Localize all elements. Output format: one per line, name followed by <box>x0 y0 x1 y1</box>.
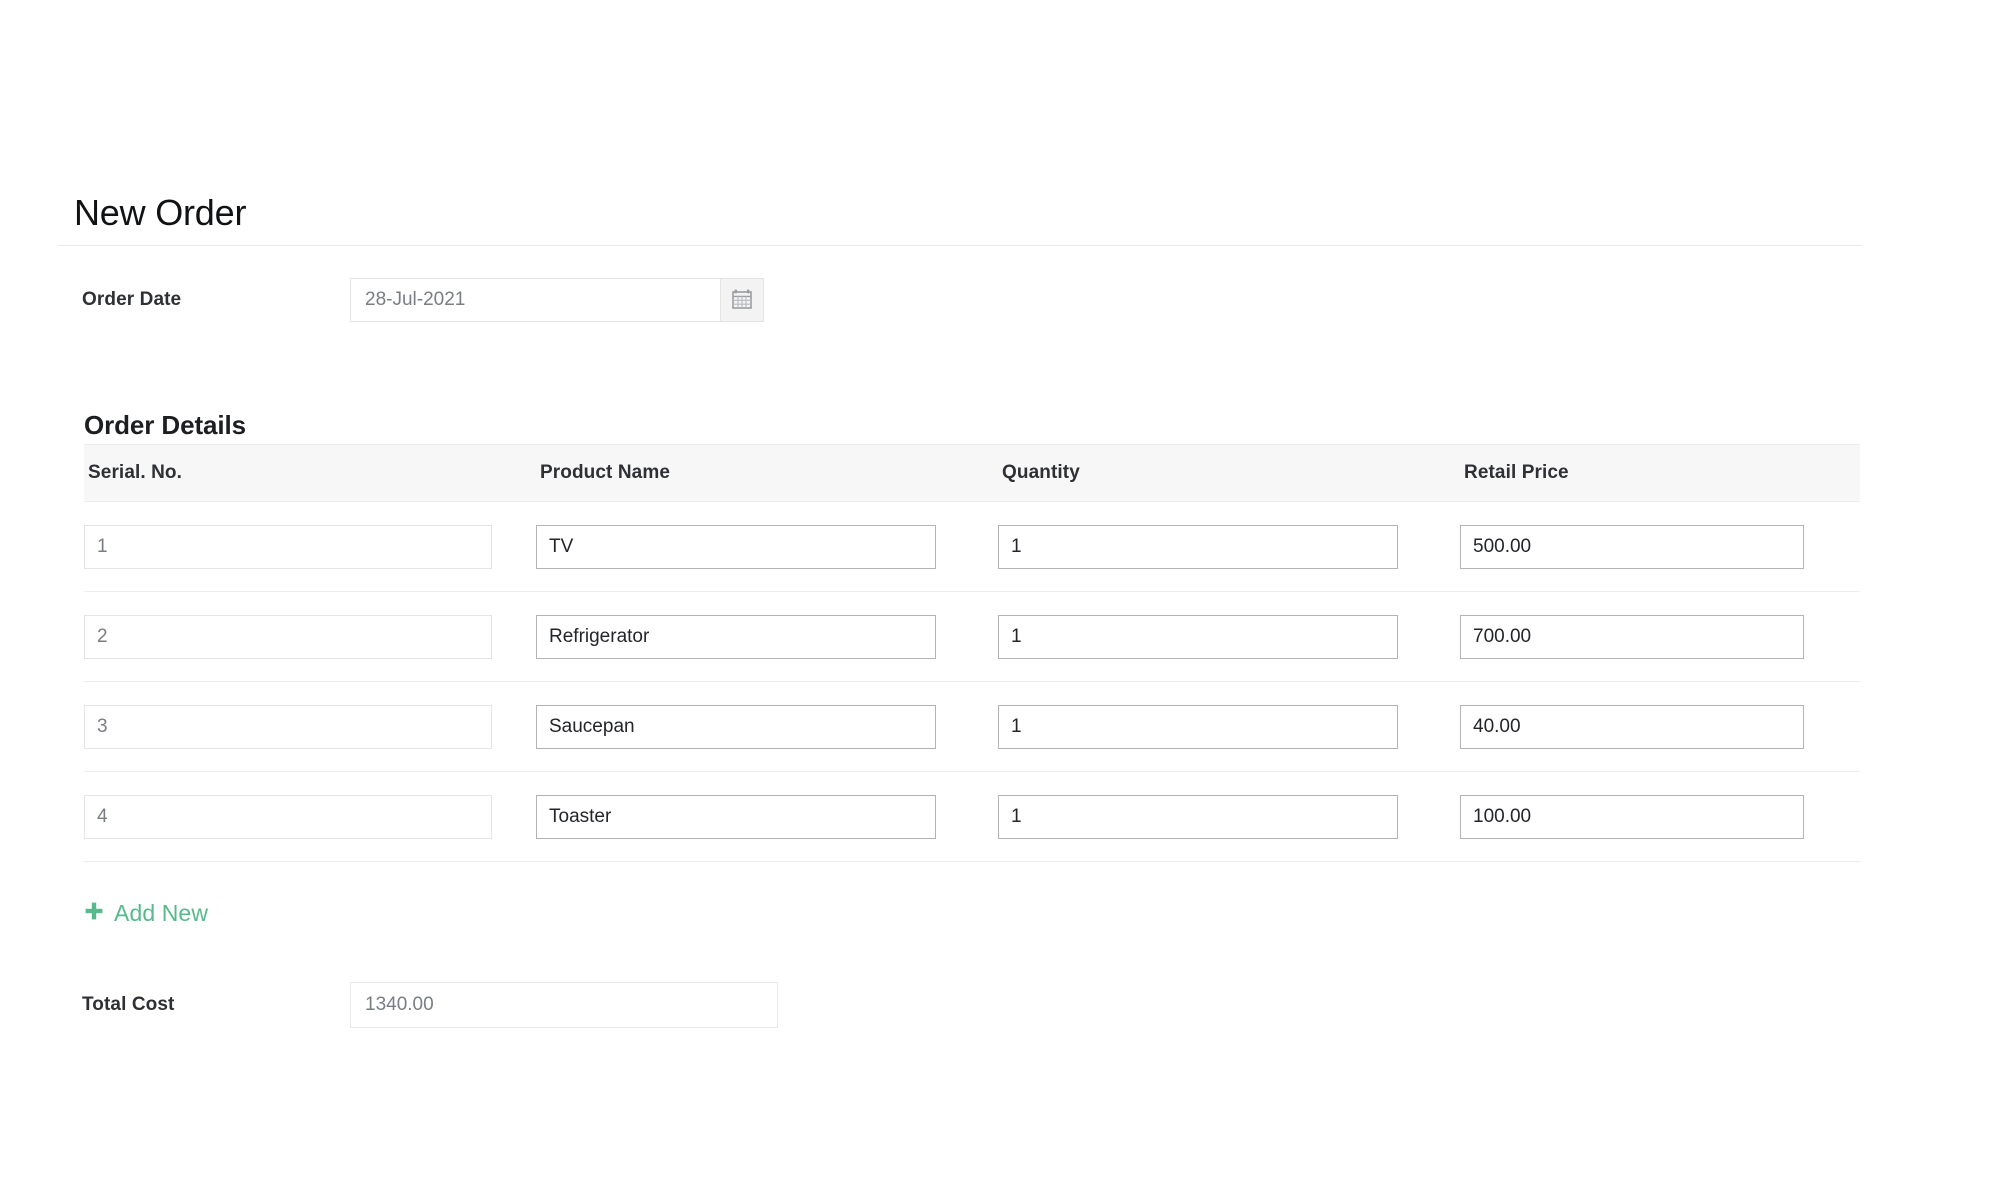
add-new-button[interactable]: Add New <box>84 900 208 927</box>
retail-price-input[interactable] <box>1460 524 1804 569</box>
title-divider <box>58 245 1862 246</box>
new-order-page: New Order Order Date 28-Jul-2021 Order D… <box>0 0 2000 1200</box>
retail-price-input-cell <box>1460 614 1860 659</box>
total-cost-label: Total Cost <box>82 994 175 1015</box>
total-cost-input[interactable] <box>350 982 778 1028</box>
product-name-input[interactable] <box>536 524 936 569</box>
product-name-input-cell <box>536 704 998 749</box>
column-header-product: Product Name <box>540 462 671 483</box>
total-cost-row: Total Cost <box>82 982 778 1028</box>
order-details-title: Order Details <box>84 409 246 440</box>
table-row <box>84 502 1860 592</box>
serial-number-input-cell <box>84 524 536 569</box>
serial-number-input-cell <box>84 614 536 659</box>
product-name-input-cell <box>536 524 998 569</box>
quantity-input-cell <box>998 704 1460 749</box>
table-row <box>84 682 1860 772</box>
column-header-serial: Serial. No. <box>88 462 183 483</box>
column-header-quantity: Quantity <box>1002 462 1080 483</box>
table-row <box>84 592 1860 682</box>
serial-number-input[interactable] <box>84 794 492 839</box>
product-name-input-cell <box>536 794 998 839</box>
product-name-input[interactable] <box>536 614 936 659</box>
serial-number-input[interactable] <box>84 704 492 749</box>
quantity-input[interactable] <box>998 614 1398 659</box>
quantity-input-cell <box>998 794 1460 839</box>
quantity-input-cell <box>998 614 1460 659</box>
order-details-table: Serial. No. Product Name Quantity Retail… <box>84 444 1860 862</box>
plus-icon <box>84 901 104 926</box>
serial-number-input-cell <box>84 794 536 839</box>
serial-number-input-cell <box>84 704 536 749</box>
quantity-input[interactable] <box>998 524 1398 569</box>
table-header-row: Serial. No. Product Name Quantity Retail… <box>84 444 1860 502</box>
quantity-input[interactable] <box>998 704 1398 749</box>
retail-price-input-cell <box>1460 704 1860 749</box>
serial-number-input[interactable] <box>84 524 492 569</box>
calendar-icon <box>731 288 753 313</box>
retail-price-input[interactable] <box>1460 704 1804 749</box>
retail-price-input-cell <box>1460 524 1860 569</box>
retail-price-input[interactable] <box>1460 614 1804 659</box>
quantity-input-cell <box>998 524 1460 569</box>
retail-price-input-cell <box>1460 794 1860 839</box>
page-title: New Order <box>74 192 247 234</box>
quantity-input[interactable] <box>998 794 1398 839</box>
order-date-input[interactable] <box>350 278 720 322</box>
column-header-price: Retail Price <box>1464 462 1569 483</box>
order-date-group <box>350 278 764 322</box>
table-row <box>84 772 1860 862</box>
calendar-button[interactable] <box>720 278 764 322</box>
serial-number-input[interactable] <box>84 614 492 659</box>
product-name-input[interactable] <box>536 794 936 839</box>
product-name-input-cell <box>536 614 998 659</box>
order-date-row: Order Date <box>82 278 764 322</box>
product-name-input[interactable] <box>536 704 936 749</box>
order-date-label: Order Date <box>82 289 182 310</box>
retail-price-input[interactable] <box>1460 794 1804 839</box>
add-new-label: Add New <box>114 900 209 926</box>
